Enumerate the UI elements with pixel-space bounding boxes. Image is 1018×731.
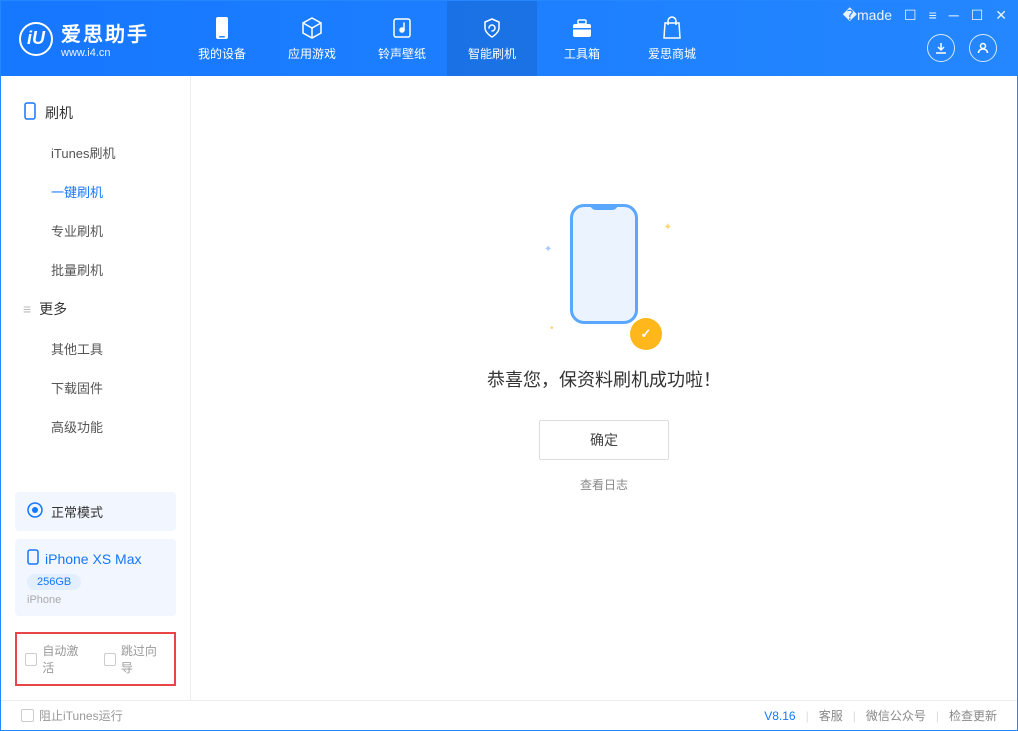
version-label: V8.16	[764, 709, 795, 723]
nav-ringtones-wallpapers[interactable]: 铃声壁纸	[357, 1, 447, 76]
checkbox-label: 阻止iTunes运行	[39, 707, 123, 724]
checkbox-skip-wizard[interactable]: 跳过向导	[104, 642, 167, 676]
check-badge-icon: ✓	[630, 318, 662, 350]
top-nav: 我的设备 应用游戏 铃声壁纸 智能刷机 工具箱 爱思商城	[177, 1, 717, 76]
checkbox-label: 跳过向导	[121, 642, 166, 676]
user-account-button[interactable]	[969, 34, 997, 62]
sparkle-icon: •	[550, 323, 554, 334]
footer-link-wechat[interactable]: 微信公众号	[866, 707, 926, 724]
checkbox-icon	[104, 653, 116, 666]
nav-label: 应用游戏	[288, 45, 336, 62]
success-illustration: ✦ ✦ • ✓	[554, 204, 654, 344]
nav-label: 工具箱	[564, 45, 600, 62]
nav-my-device[interactable]: 我的设备	[177, 1, 267, 76]
sparkle-icon: ✦	[544, 244, 552, 255]
sidebar-item-pro-flash[interactable]: 专业刷机	[1, 211, 190, 250]
device-info-card[interactable]: iPhone XS Max 256GB iPhone	[15, 539, 176, 616]
tshirt-icon[interactable]: �made	[843, 7, 892, 24]
status-label: 正常模式	[51, 502, 103, 521]
footer: 阻止iTunes运行 V8.16 | 客服 | 微信公众号 | 检查更新	[1, 700, 1017, 730]
header-right-actions	[927, 34, 997, 62]
main-content: ✦ ✦ • ✓ 恭喜您，保资料刷机成功啦！ 确定 查看日志	[191, 76, 1017, 700]
sidebar-item-download-firmware[interactable]: 下载固件	[1, 368, 190, 407]
shopping-bag-icon	[659, 15, 685, 41]
highlighted-checkbox-row: 自动激活 跳过向导	[15, 632, 176, 686]
sidebar: 刷机 iTunes刷机 一键刷机 专业刷机 批量刷机 ≡ 更多 其他工具 下载固…	[1, 76, 191, 700]
success-message: 恭喜您，保资料刷机成功啦！	[487, 366, 721, 392]
checkbox-block-itunes[interactable]: 阻止iTunes运行	[21, 707, 123, 724]
header: iU 爱思助手 www.i4.cn 我的设备 应用游戏 铃声壁纸 智能刷机 工具…	[1, 1, 1017, 76]
ok-button[interactable]: 确定	[539, 420, 669, 460]
checkbox-icon	[25, 653, 37, 666]
close-icon[interactable]: ✕	[995, 7, 1007, 24]
device-icon	[209, 15, 235, 41]
nav-label: 我的设备	[198, 45, 246, 62]
download-button[interactable]	[927, 34, 955, 62]
app-subtitle: www.i4.cn	[61, 47, 149, 59]
device-status-card[interactable]: 正常模式	[15, 492, 176, 531]
device-capacity-badge: 256GB	[27, 574, 81, 590]
phone-outline-icon	[570, 204, 638, 324]
sidebar-item-batch-flash[interactable]: 批量刷机	[1, 250, 190, 289]
app-title: 爱思助手	[61, 18, 149, 47]
minimize-icon[interactable]: ─	[949, 7, 959, 24]
nav-label: 铃声壁纸	[378, 45, 426, 62]
nav-toolbox[interactable]: 工具箱	[537, 1, 627, 76]
sidebar-item-itunes-flash[interactable]: iTunes刷机	[1, 133, 190, 172]
status-dot-icon	[27, 502, 43, 521]
section-title: 刷机	[45, 103, 73, 123]
phone-small-icon	[23, 102, 37, 123]
device-name-label: iPhone XS Max	[45, 551, 142, 567]
nav-smart-flash[interactable]: 智能刷机	[447, 1, 537, 76]
view-log-link[interactable]: 查看日志	[580, 476, 628, 493]
sidebar-item-other-tools[interactable]: 其他工具	[1, 329, 190, 368]
device-type-label: iPhone	[27, 594, 164, 606]
checkbox-icon	[21, 709, 34, 722]
sidebar-section-more: ≡ 更多	[1, 289, 190, 329]
music-note-icon	[389, 15, 415, 41]
nav-apps-games[interactable]: 应用游戏	[267, 1, 357, 76]
sidebar-section-flash: 刷机	[1, 92, 190, 133]
sparkle-icon: ✦	[664, 222, 672, 233]
logo-icon: iU	[19, 22, 53, 56]
nav-label: 智能刷机	[468, 45, 516, 62]
toolbox-icon	[569, 15, 595, 41]
footer-link-support[interactable]: 客服	[819, 707, 843, 724]
device-phone-icon	[27, 549, 39, 568]
maximize-icon[interactable]: ☐	[971, 7, 984, 24]
refresh-shield-icon	[479, 15, 505, 41]
nav-store[interactable]: 爱思商城	[627, 1, 717, 76]
feedback-icon[interactable]: ☐	[904, 7, 917, 24]
cube-icon	[299, 15, 325, 41]
checkbox-auto-activate[interactable]: 自动激活	[25, 642, 88, 676]
footer-link-check-update[interactable]: 检查更新	[949, 707, 997, 724]
sidebar-item-oneclick-flash[interactable]: 一键刷机	[1, 172, 190, 211]
app-logo: iU 爱思助手 www.i4.cn	[1, 18, 167, 59]
section-title: 更多	[39, 299, 67, 319]
checkbox-label: 自动激活	[42, 642, 87, 676]
list-icon: ≡	[23, 301, 31, 317]
menu-icon[interactable]: ≡	[929, 7, 937, 24]
titlebar-controls: �made ☐ ≡ ─ ☐ ✕	[843, 7, 1007, 24]
sidebar-item-advanced[interactable]: 高级功能	[1, 407, 190, 446]
nav-label: 爱思商城	[648, 45, 696, 62]
